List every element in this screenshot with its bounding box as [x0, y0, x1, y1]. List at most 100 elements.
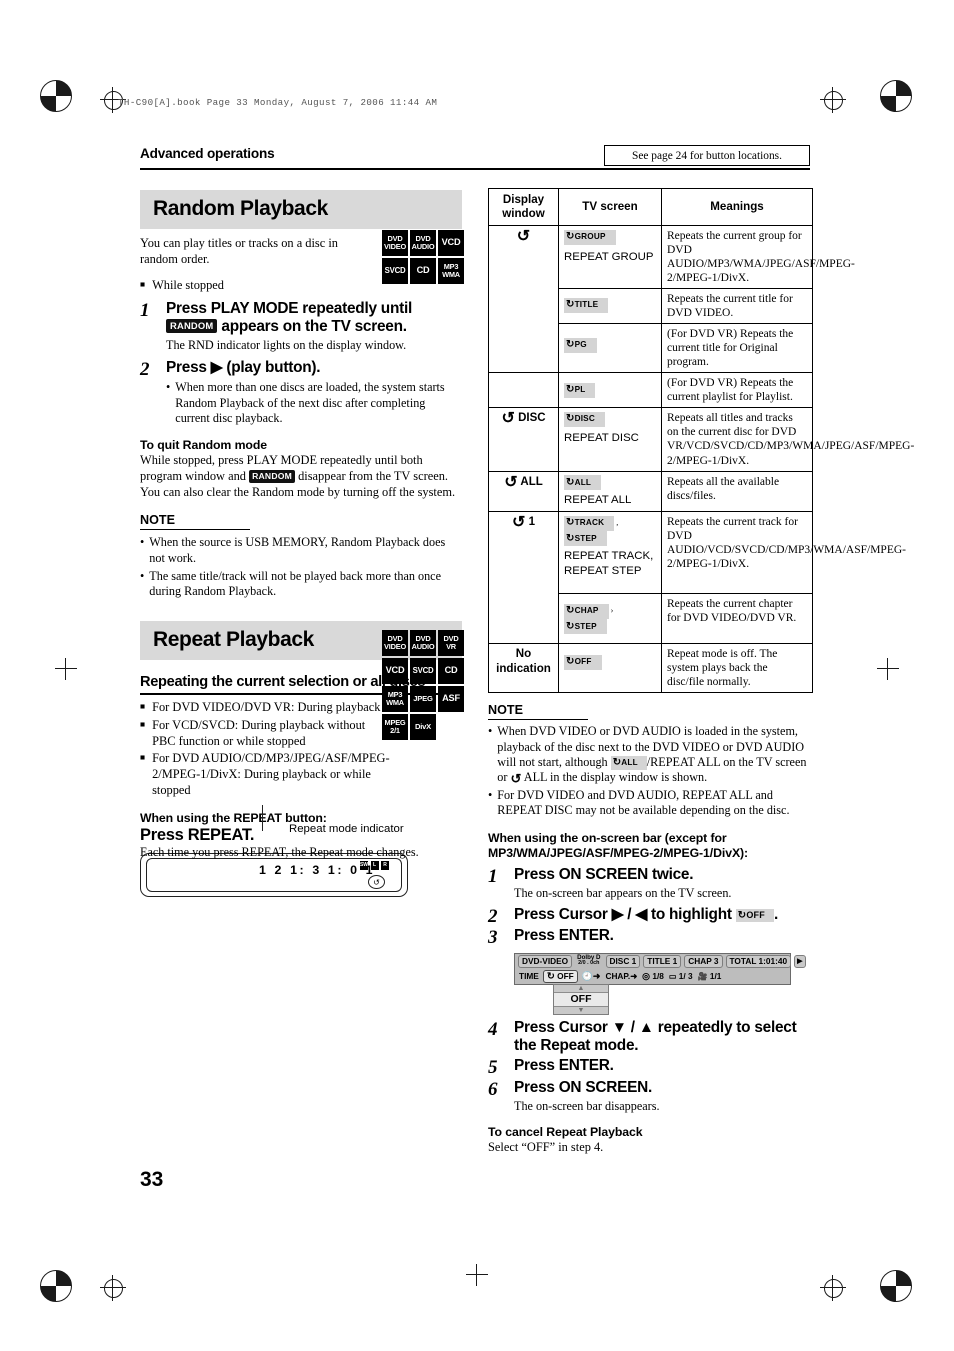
- table-cell-tv-text: REPEAT GROUP: [558, 249, 662, 290]
- repeat-mode-table: Display window TV screen Meanings ↺ ↻GRO…: [488, 187, 914, 694]
- badge-dvd-audio: DVD AUDIO: [410, 230, 436, 256]
- table-header-tv-screen: TV screen: [558, 187, 662, 227]
- osd-dropdown-value[interactable]: OFF: [554, 991, 608, 1007]
- to-quit-text: While stopped, press PLAY MODE repeatedl…: [140, 453, 462, 500]
- step-number: 5: [488, 1056, 498, 1078]
- table-cell-meaning: Repeats all titles and tracks on the cur…: [661, 407, 914, 472]
- step-heading: Press ON SCREEN.: [514, 1078, 652, 1096]
- repeat-condition: ■ For DVD AUDIO/CD/MP3/JPEG/ASF/MPEG-2/M…: [140, 751, 390, 798]
- note-item: • When the source is USB MEMORY, Random …: [140, 535, 462, 566]
- tv-chip-pg: ↻PG: [564, 337, 597, 354]
- step-sub-text: The on-screen bar appears on the TV scre…: [514, 886, 732, 901]
- on-screen-bar: DVD-VIDEO Dolby D 2/0 . 0ch DISC 1 TITLE…: [514, 952, 806, 1015]
- osd-title-number[interactable]: TITLE 1: [643, 954, 682, 968]
- badge-vcd: VCD: [382, 658, 408, 684]
- step-heading: Press ▶ (play button).: [166, 359, 321, 377]
- step-number: 3: [488, 926, 498, 948]
- table-cell-tv-screen: ↻ALL: [558, 470, 662, 493]
- step-bullet: • When more than one discs are loaded, t…: [166, 380, 462, 426]
- step-heading: Press PLAY MODE repeatedly until RANDOM …: [166, 300, 462, 336]
- tv-chip-title: ↻TITLE: [564, 297, 609, 314]
- table-cell-display-window: [488, 372, 559, 409]
- random-step-2: 2 Press ▶ (play button). • When more tha…: [140, 359, 462, 426]
- table-cell-tv-screen: ↻PG: [558, 323, 662, 374]
- chevron-down-icon[interactable]: ▼: [554, 1007, 608, 1014]
- osd-repeat-dropdown[interactable]: ▲ OFF ▼: [553, 983, 609, 1015]
- square-bullet-icon: ■: [140, 753, 146, 763]
- badge-jpeg: JPEG: [410, 686, 436, 712]
- osd-next-arrow-icon[interactable]: ▶: [794, 954, 806, 968]
- osd-chapter-search[interactable]: CHAP.➜: [604, 971, 638, 982]
- table-cell-tv-screen: ↻CHAP ›↻STEP: [558, 593, 662, 645]
- crop-mark-left-mid: [55, 658, 77, 680]
- badge-placeholder: [438, 714, 464, 740]
- to-quit-heading: To quit Random mode: [140, 438, 267, 453]
- table-note-item-text: For DVD VIDEO and DVD AUDIO, REPEAT ALL …: [497, 787, 790, 817]
- badge-dvd-vr: DVD VR: [438, 630, 464, 656]
- on-screen-bar-row-1: DVD-VIDEO Dolby D 2/0 . 0ch DISC 1 TITLE…: [515, 954, 806, 969]
- table-cell-tv-screen: ↻OFF: [558, 643, 662, 694]
- square-bullet-icon: ■: [140, 279, 146, 289]
- osd-angle[interactable]: 🎥 1/1: [697, 971, 723, 982]
- cancel-repeat-text: Select “OFF” in step 4.: [488, 1139, 604, 1154]
- display-label-disc: DISC: [518, 412, 546, 425]
- table-row: ↺ ALL ↻ALL Repeats all the available dis…: [488, 470, 813, 513]
- tv-chip-track: ↻TRACK: [564, 515, 615, 531]
- random-intro: You can play titles or tracks on a disc …: [140, 236, 338, 266]
- to-quit-text-line2: You can also clear the Random mode by tu…: [140, 484, 456, 499]
- note-item-text: The same title/track will not be played …: [149, 568, 441, 599]
- step-heading: Press Cursor ▼ / ▲ repeatedly to select …: [514, 1018, 797, 1054]
- osd-subtitle[interactable]: ▭ 1/ 3: [668, 971, 694, 982]
- table-cell-meaning: (For DVD VR) Repeats the current title f…: [661, 323, 813, 374]
- display-label-all: ALL: [520, 475, 543, 488]
- repeat-glyph-icon: ↺: [501, 410, 515, 428]
- dot-bullet-icon: •: [166, 380, 171, 395]
- osd-chapter-number[interactable]: CHAP 3: [684, 954, 723, 968]
- header-rule: [140, 168, 810, 171]
- step-heading: Press ON SCREEN twice.: [514, 866, 694, 884]
- note-item-text: When the source is USB MEMORY, Random Pl…: [149, 535, 446, 565]
- table-cell-display-window: ↺ DISC: [488, 407, 559, 472]
- note-heading: NOTE: [140, 513, 250, 531]
- disc-badges-random: DVD VIDEO DVD AUDIO VCD SVCD CD MP3 WMA: [382, 230, 464, 284]
- step-number: 1: [488, 866, 498, 888]
- step-heading-part2: .: [773, 905, 778, 923]
- step-heading: Press Cursor ▶ / ◀ to highlight ↻OFF.: [514, 906, 812, 924]
- table-header-row: Display window TV screen Meanings: [488, 187, 813, 227]
- onscreen-step-4: 4 Press Cursor ▼ / ▲ repeatedly to selec…: [488, 1019, 812, 1055]
- osd-time-label[interactable]: TIME: [518, 971, 540, 982]
- table-row: ↻PL (For DVD VR) Repeats the current pla…: [488, 372, 813, 409]
- step-number: 4: [488, 1018, 498, 1040]
- osd-disc-type[interactable]: DVD-VIDEO: [518, 954, 573, 968]
- crop-mark-bottom-center: [466, 1264, 488, 1286]
- osd-repeat-mode-selected[interactable]: ↻ OFF: [542, 969, 578, 983]
- badge-divx: DivX: [410, 714, 436, 740]
- chevron-up-icon[interactable]: ▲: [554, 985, 608, 992]
- left-column: Random Playback You can play titles or t…: [140, 190, 462, 898]
- badge-dvd-video: DVD VIDEO: [382, 630, 408, 656]
- badge-svcd: SVCD: [410, 658, 436, 684]
- page-number: 33: [140, 1168, 164, 1191]
- chip-separator-icon: ,: [616, 518, 619, 528]
- step-heading-part1: Press PLAY MODE repeatedly until: [166, 300, 413, 318]
- repeat-condition-text: For VCD/SVCD: During playback without PB…: [152, 718, 366, 748]
- right-column: Display window TV screen Meanings ↺ ↻GRO…: [488, 187, 914, 1156]
- badge-mpeg-2-1: MPEG 2/1: [382, 714, 408, 740]
- registration-mark-top-right: [880, 80, 912, 112]
- osd-disc-number[interactable]: DISC 1: [605, 954, 641, 968]
- table-cell-tv-screen: ↻DISC: [558, 407, 662, 430]
- tv-chip-group: ↻GROUP: [564, 229, 616, 245]
- onscreen-step-6: 6 Press ON SCREEN. The on-screen bar dis…: [488, 1079, 812, 1114]
- repeat-glyph-icon: ↺: [510, 771, 522, 787]
- step-number: 6: [488, 1078, 498, 1100]
- osd-total-time[interactable]: TOTAL 1:01:40: [725, 954, 792, 968]
- tv-chip-chap: ↻CHAP: [564, 603, 609, 619]
- repeat-glyph-icon: ↺: [516, 228, 531, 246]
- osd-time-search-icon[interactable]: 🕘➜: [581, 971, 602, 982]
- registration-mark-bottom-right: [880, 1270, 912, 1302]
- table-note-item-text: When DVD VIDEO or DVD AUDIO is loaded in…: [497, 724, 812, 785]
- repeat-each-time-text: Each time you press REPEAT, the Repeat m…: [140, 845, 419, 859]
- osd-audio-track[interactable]: ◎ 1/8: [641, 971, 665, 982]
- sw-indicator-icon: SW: [359, 861, 369, 871]
- table-cell-tv-text: REPEAT TRACK, REPEAT STEP: [558, 548, 662, 595]
